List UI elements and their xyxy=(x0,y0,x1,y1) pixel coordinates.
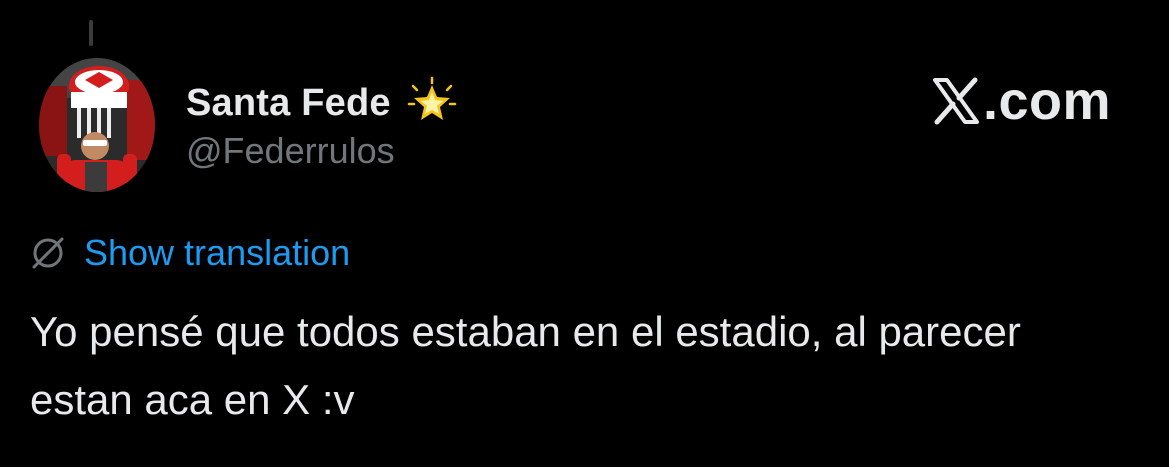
tweet-screenshot: Santa Fede @Federrulos .com Show transla… xyxy=(0,0,1169,467)
translation-row: Show translation xyxy=(30,232,350,274)
no-translation-globe-icon xyxy=(30,235,66,271)
x-brand-watermark: .com xyxy=(931,70,1111,132)
tweet-body-text: Yo pensé que todos estaban en el estadio… xyxy=(30,308,1021,423)
avatar[interactable] xyxy=(39,58,155,192)
avatar-image xyxy=(39,58,155,192)
show-translation-link[interactable]: Show translation xyxy=(84,232,350,274)
author-name-row: Santa Fede xyxy=(186,76,459,130)
x-logo-icon xyxy=(931,76,981,126)
thread-connector-line xyxy=(89,20,93,46)
glowing-star-icon xyxy=(405,76,459,130)
author-display-name[interactable]: Santa Fede xyxy=(186,82,391,125)
brand-domain-text: .com xyxy=(982,71,1111,131)
author-handle[interactable]: @Federrulos xyxy=(186,130,395,172)
